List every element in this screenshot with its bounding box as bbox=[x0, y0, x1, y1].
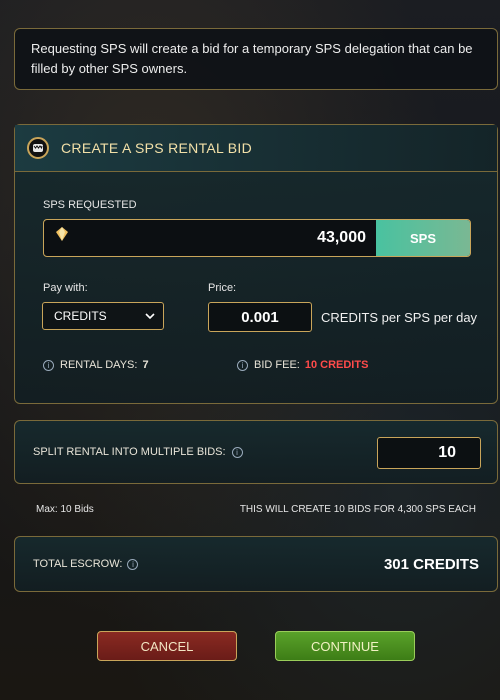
sps-crystal-icon bbox=[54, 226, 70, 242]
split-label: SPLIT RENTAL INTO MULTIPLE BIDS: bbox=[33, 446, 226, 458]
info-icon[interactable]: i bbox=[127, 558, 139, 570]
price-label: Price: bbox=[208, 282, 237, 294]
bid-fee-label: BID FEE: bbox=[254, 359, 300, 371]
price-unit-label: CREDITS per SPS per day bbox=[321, 310, 478, 325]
chevron-down-icon bbox=[145, 309, 155, 323]
pay-with-select[interactable]: CREDITS bbox=[42, 302, 164, 330]
rental-days-row: i RENTAL DAYS: 7 bbox=[43, 359, 149, 371]
split-rental-panel: SPLIT RENTAL INTO MULTIPLE BIDS: i 10 bbox=[14, 420, 498, 484]
info-text: Requesting SPS will create a bid for a t… bbox=[31, 41, 473, 76]
info-icon[interactable]: i bbox=[237, 359, 248, 371]
sps-requested-label: SPS REQUESTED bbox=[43, 199, 137, 211]
split-summary-text: THIS WILL CREATE 10 BIDS FOR 4,300 SPS E… bbox=[239, 504, 476, 515]
bid-fee-value: 10 CREDITS bbox=[304, 359, 369, 371]
pay-with-label: Pay with: bbox=[43, 282, 88, 294]
escrow-label: TOTAL ESCROW: bbox=[33, 558, 123, 570]
rental-days-label: RENTAL DAYS: bbox=[60, 359, 138, 371]
max-bids-text: Max: 10 Bids bbox=[36, 504, 94, 515]
rental-bid-panel: CREATE A SPS RENTAL BID SPS REQUESTED 43… bbox=[14, 124, 498, 404]
panel-title: CREATE A SPS RENTAL BID bbox=[61, 140, 253, 156]
cancel-button[interactable]: CANCEL bbox=[97, 631, 237, 661]
continue-button[interactable]: CONTINUE bbox=[275, 631, 415, 661]
info-icon[interactable]: i bbox=[231, 446, 243, 458]
split-bids-value: 10 bbox=[438, 444, 456, 461]
sps-amount-value: 43,000 bbox=[317, 229, 366, 246]
panel-header: CREATE A SPS RENTAL BID bbox=[15, 125, 497, 172]
price-input[interactable]: 0.001 bbox=[208, 302, 312, 332]
price-value: 0.001 bbox=[241, 308, 279, 326]
rental-days-value: 7 bbox=[142, 359, 149, 371]
info-box: Requesting SPS will create a bid for a t… bbox=[14, 28, 498, 90]
monster-mouth-icon bbox=[27, 137, 49, 159]
escrow-value: 301 CREDITS bbox=[383, 555, 479, 573]
info-icon[interactable]: i bbox=[43, 359, 54, 371]
pay-with-value: CREDITS bbox=[54, 309, 107, 323]
total-escrow-panel: TOTAL ESCROW: i 301 CREDITS bbox=[14, 536, 498, 592]
split-bids-input[interactable]: 10 bbox=[377, 437, 481, 469]
bid-fee-row: i BID FEE: 10 CREDITS bbox=[237, 359, 368, 371]
sps-amount-input[interactable]: 43,000 SPS bbox=[43, 219, 471, 257]
sps-unit-label: SPS bbox=[376, 220, 470, 256]
